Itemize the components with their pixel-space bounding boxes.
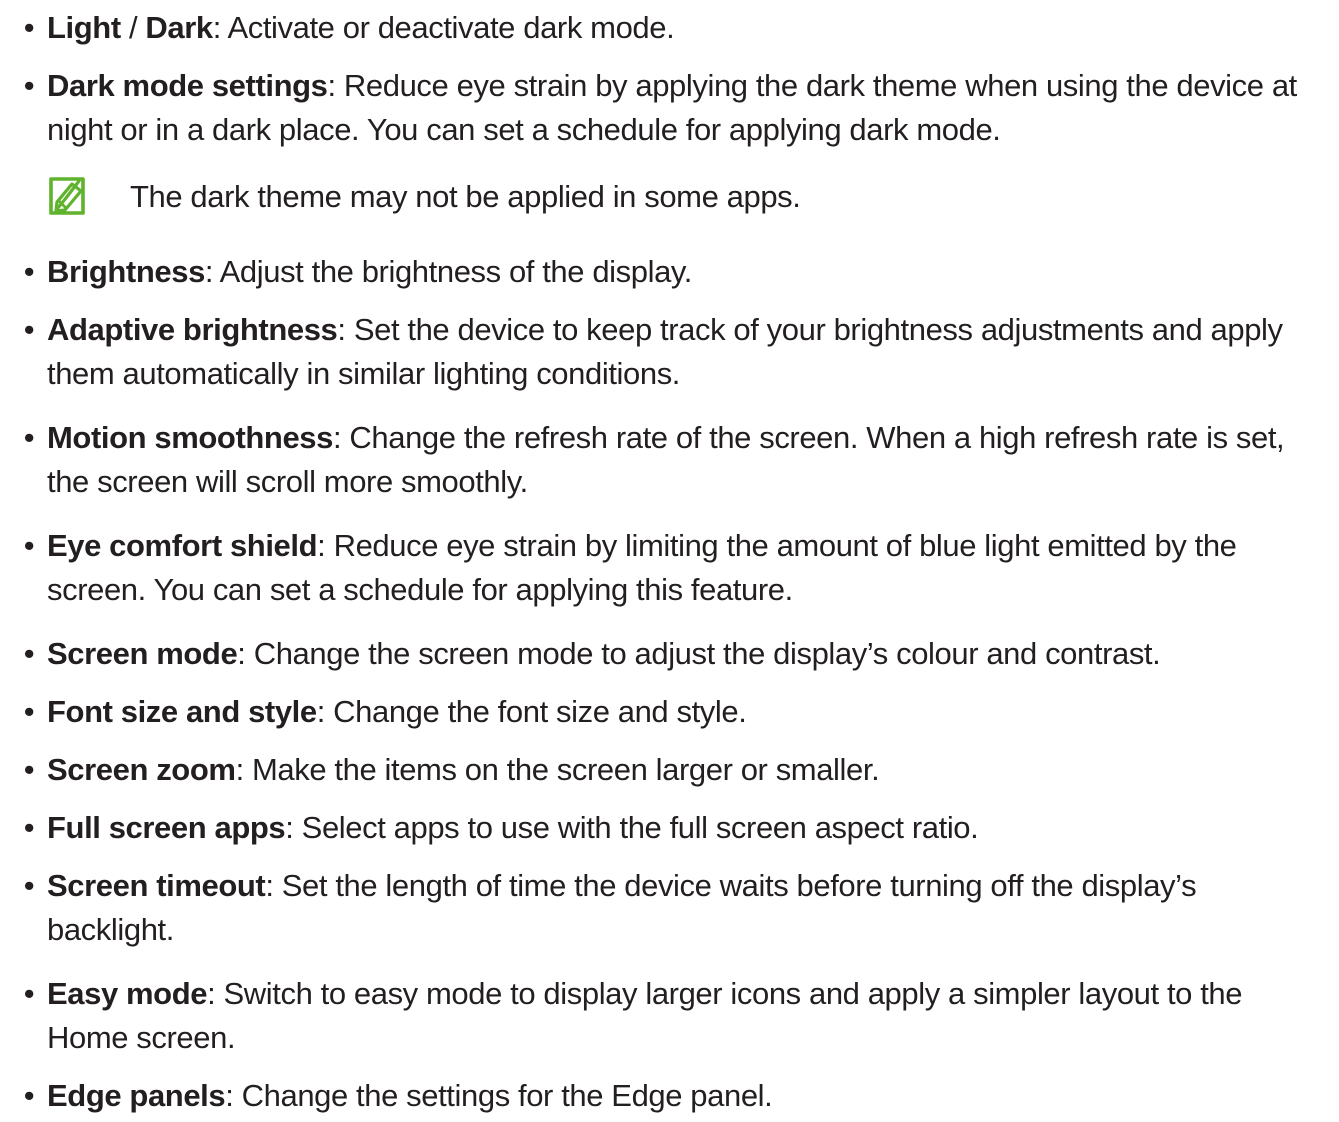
item-text: Screen zoom: Make the items on the scree… <box>47 748 1331 792</box>
item-text: Brightness: Adjust the brightness of the… <box>47 250 1331 294</box>
item-text: Font size and style: Change the font siz… <box>47 690 1331 734</box>
bullet: • <box>23 10 35 45</box>
item-text: Screen mode: Change the screen mode to a… <box>47 632 1331 676</box>
item-text: Dark mode settings: Reduce eye strain by… <box>47 64 1331 152</box>
bullet: • <box>23 636 35 671</box>
item-term: Dark mode settings <box>47 68 328 103</box>
bullet: • <box>23 528 35 563</box>
bullet: • <box>23 420 35 455</box>
bullet: • <box>23 1078 35 1113</box>
bullet: • <box>23 694 35 729</box>
item-description: : Make the items on the screen larger or… <box>235 752 880 787</box>
item-term: Screen timeout <box>47 868 266 903</box>
bullet: • <box>23 752 35 787</box>
item-text: Edge panels: Change the settings for the… <box>47 1074 1331 1118</box>
item-description: : Change the font size and style. <box>316 694 747 729</box>
note: The dark theme may not be applied in som… <box>46 173 1326 221</box>
item-term: Easy mode <box>47 976 208 1011</box>
item-text: Eye comfort shield: Reduce eye strain by… <box>47 524 1331 612</box>
item-term: Screen zoom <box>47 752 236 787</box>
item-text: Adaptive brightness: Set the device to k… <box>47 308 1331 396</box>
item-description: : Switch to easy mode to display larger … <box>47 976 1243 1055</box>
item-term: Brightness <box>47 254 205 289</box>
item-term-separator: / <box>120 10 146 45</box>
bullet: • <box>23 312 35 347</box>
item-text: Screen timeout: Set the length of time t… <box>47 864 1331 952</box>
item-text: Full screen apps: Select apps to use wit… <box>47 806 1331 850</box>
item-term-dark: Dark <box>145 10 213 45</box>
note-pencil-icon <box>46 176 88 218</box>
item-term: Screen mode <box>47 636 238 671</box>
item-description: : Change the settings for the Edge panel… <box>225 1078 773 1113</box>
item-description: : Activate or deactivate dark mode. <box>212 10 675 45</box>
item-description: : Change the screen mode to adjust the d… <box>237 636 1161 671</box>
item-text: Light / Dark: Activate or deactivate dar… <box>47 6 1331 50</box>
item-term: Eye comfort shield <box>47 528 318 563</box>
item-term-light: Light <box>47 10 121 45</box>
bullet: • <box>23 254 35 289</box>
bullet: • <box>23 868 35 903</box>
item-description: : Select apps to use with the full scree… <box>285 810 979 845</box>
item-text: Easy mode: Switch to easy mode to displa… <box>47 972 1331 1060</box>
item-text: Motion smoothness: Change the refresh ra… <box>47 416 1331 504</box>
note-text: The dark theme may not be applied in som… <box>130 179 801 214</box>
item-term: Edge panels <box>47 1078 226 1113</box>
item-description: : Adjust the brightness of the display. <box>204 254 692 289</box>
bullet: • <box>23 68 35 103</box>
item-term: Adaptive brightness <box>47 312 338 347</box>
item-term: Font size and style <box>47 694 317 729</box>
bullet: • <box>23 976 35 1011</box>
item-term: Motion smoothness <box>47 420 333 455</box>
bullet: • <box>23 810 35 845</box>
item-term: Full screen apps <box>47 810 286 845</box>
